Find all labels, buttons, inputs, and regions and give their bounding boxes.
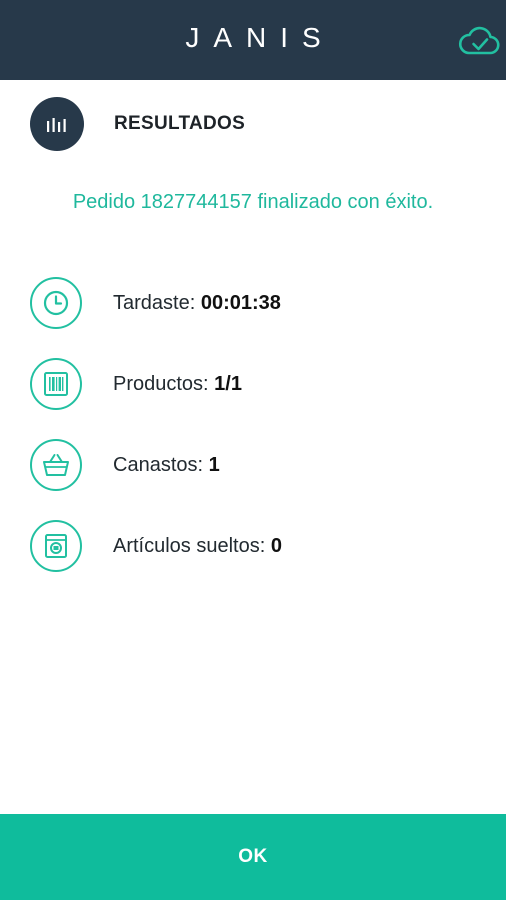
top-bar: JANIS: [0, 0, 506, 80]
stat-row-time: Tardaste: 00:01:38: [30, 275, 480, 331]
stat-value: 00:01:38: [200, 291, 281, 314]
stat-row-loose-items: Artículos sueltos: 0: [30, 518, 480, 574]
stat-value: 0: [270, 534, 282, 557]
stat-products-text: Productos: 1/1: [113, 373, 242, 396]
stat-row-baskets: Canastos: 1: [30, 437, 480, 493]
stat-label: Productos:: [113, 372, 209, 395]
basket-icon: [30, 439, 82, 491]
stat-value: 1/1: [214, 372, 242, 395]
section-header: RESULTADOS: [30, 97, 245, 151]
loose-item-icon: [30, 520, 82, 572]
success-message: Pedido 1827744157 finalizado con éxito.: [72, 191, 434, 213]
cloud-check-icon[interactable]: [458, 24, 500, 58]
bar-chart-icon: [30, 97, 84, 151]
stat-label: Artículos sueltos:: [113, 534, 266, 557]
stat-time-text: Tardaste: 00:01:38: [113, 292, 281, 315]
barcode-icon: [30, 358, 82, 410]
stat-label: Tardaste:: [113, 291, 196, 314]
stat-row-products: Productos: 1/1: [30, 356, 480, 412]
ok-button[interactable]: OK: [0, 814, 506, 900]
clock-icon: [30, 277, 82, 329]
brand-logo: JANIS: [185, 22, 335, 53]
stats-list: Tardaste: 00:01:38 Productos: 1/1 Canast…: [30, 275, 480, 599]
stat-loose-items-text: Artículos sueltos: 0: [113, 535, 282, 558]
stat-label: Canastos:: [113, 453, 204, 476]
stat-value: 1: [208, 453, 220, 476]
stat-baskets-text: Canastos: 1: [113, 454, 220, 477]
results-screen: JANIS RESULTADOS Pedido 1827744157 final…: [0, 0, 506, 900]
section-title: RESULTADOS: [114, 113, 246, 134]
